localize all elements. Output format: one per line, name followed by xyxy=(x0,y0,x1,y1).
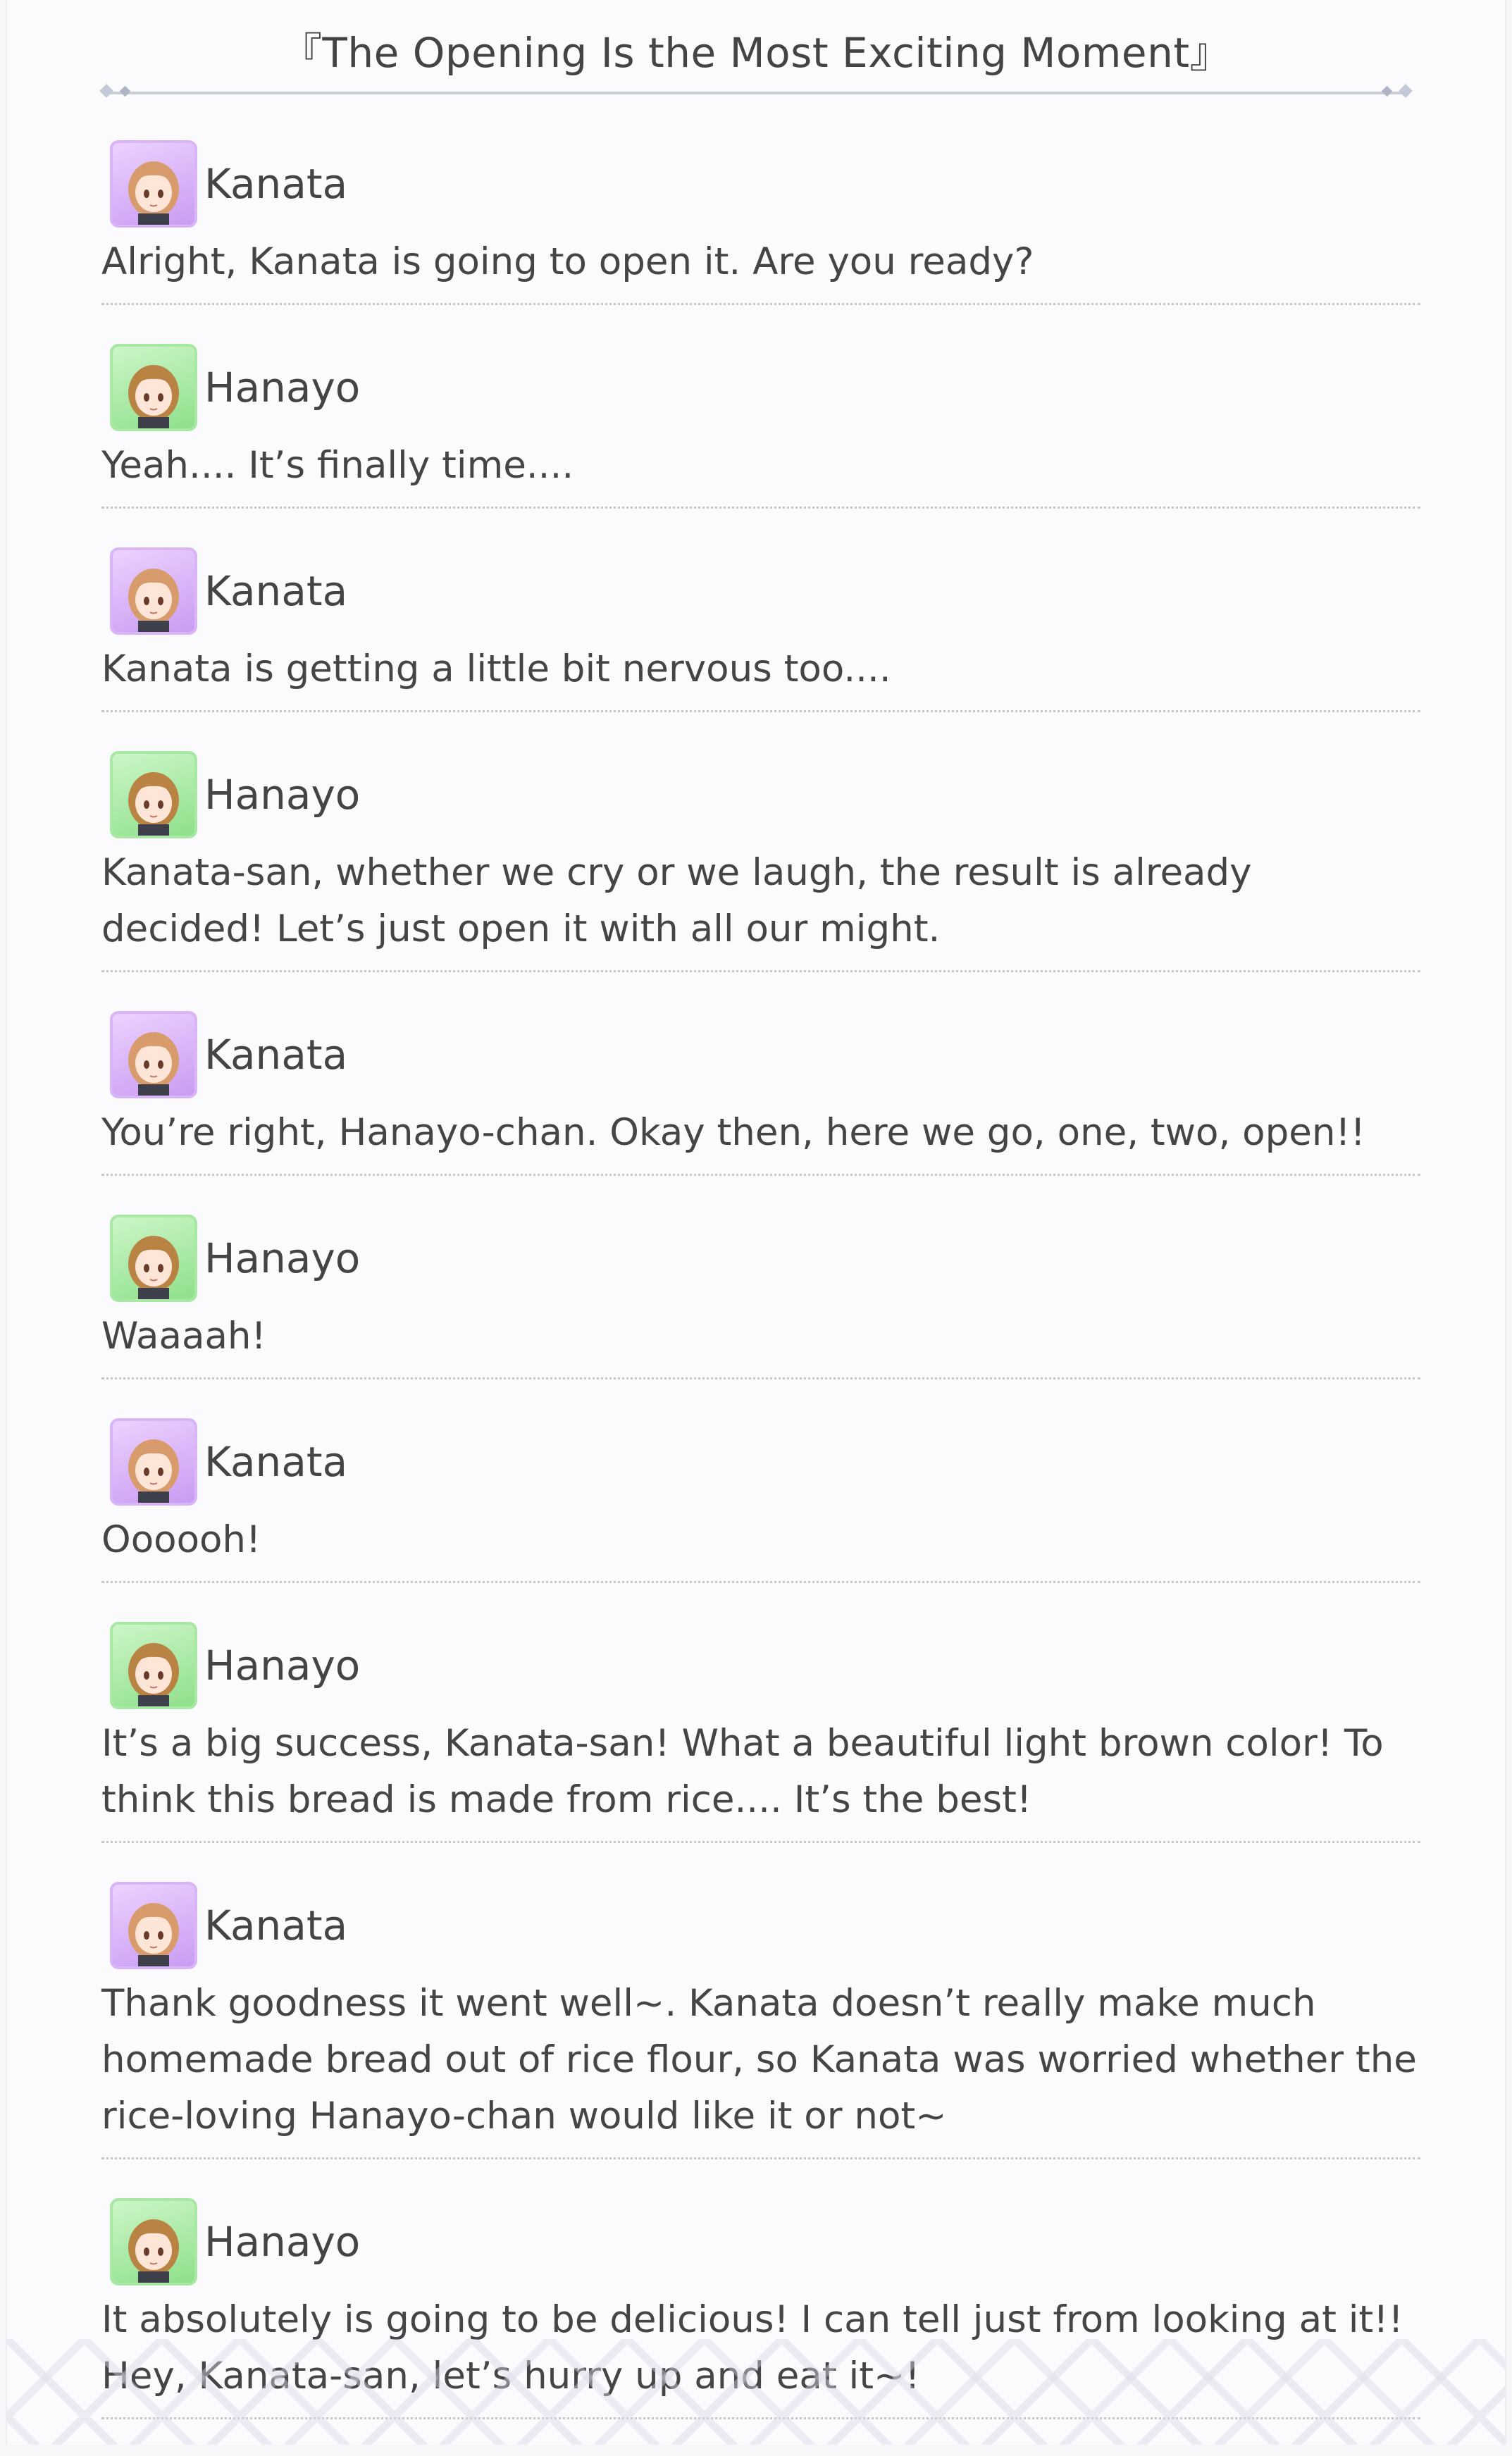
dialogue-text: Yeah.... It’s finally time.... xyxy=(101,444,574,487)
story-title: 『The Opening Is the Most Exciting Moment… xyxy=(280,29,1232,77)
story-panel: 『The Opening Is the Most Exciting Moment… xyxy=(6,0,1506,2445)
speaker-row: Kanata xyxy=(101,1880,1420,1971)
speaker-name: Kanata xyxy=(204,1902,348,1949)
speaker-name: Kanata xyxy=(204,1031,348,1079)
hanayo-avatar-icon xyxy=(110,751,197,838)
speaker-row: Kanata xyxy=(101,1009,1420,1100)
footer-diamond-pattern xyxy=(7,2339,1505,2445)
speaker-row: Hanayo xyxy=(101,1213,1420,1304)
speaker-row: Hanayo xyxy=(101,749,1420,841)
divider-ornament-icon xyxy=(1399,84,1413,98)
speaker-row: Hanayo xyxy=(101,1620,1420,1711)
hanayo-avatar-icon xyxy=(110,344,197,431)
speaker-row: Hanayo xyxy=(101,342,1420,433)
divider-ornament-icon xyxy=(1381,85,1393,97)
kanata-avatar-icon xyxy=(110,547,197,635)
dialogue-text: It’s a big success, Kanata-san! What a b… xyxy=(101,1722,1384,1821)
dialogue-entry-4: Kanata You’re right, Hanayo-chan. Okay t… xyxy=(101,1009,1420,1176)
speaker-row: Kanata xyxy=(101,138,1420,230)
dialogue-entry-7: Hanayo It’s a big success, Kanata-san! W… xyxy=(101,1620,1420,1843)
speaker-name: Hanayo xyxy=(204,771,361,819)
dialogue-text: You’re right, Hanayo-chan. Okay then, he… xyxy=(101,1111,1365,1154)
speaker-name: Kanata xyxy=(204,160,348,208)
kanata-avatar-icon xyxy=(110,1011,197,1098)
speaker-name: Kanata xyxy=(204,567,348,615)
speaker-name: Hanayo xyxy=(204,364,361,411)
dialogue-entry-6: Kanata Oooooh! xyxy=(101,1416,1420,1583)
kanata-avatar-icon xyxy=(110,140,197,228)
title-divider xyxy=(99,84,1413,98)
speaker-row: Kanata xyxy=(101,1416,1420,1508)
dialogue-text: Thank goodness it went well~. Kanata doe… xyxy=(101,1982,1417,2138)
speaker-name: Hanayo xyxy=(204,1234,361,1282)
dialogue-entry-3: Hanayo Kanata-san, whether we cry or we … xyxy=(101,749,1420,972)
speaker-row: Kanata xyxy=(101,545,1420,637)
dialogue-entry-0: Kanata Alright, Kanata is going to open … xyxy=(101,138,1420,305)
speaker-name: Hanayo xyxy=(204,2218,361,2266)
hanayo-avatar-icon xyxy=(110,2198,197,2286)
dialogue-list[interactable]: Kanata Alright, Kanata is going to open … xyxy=(101,138,1420,2456)
kanata-avatar-icon xyxy=(110,1418,197,1506)
hanayo-avatar-icon xyxy=(110,1215,197,1302)
speaker-name: Kanata xyxy=(204,1438,348,1486)
speaker-name: Hanayo xyxy=(204,1642,361,1689)
dialogue-entry-8: Kanata Thank goodness it went well~. Kan… xyxy=(101,1880,1420,2159)
dialogue-text: Oooooh! xyxy=(101,1518,261,1561)
dialogue-entry-1: Hanayo Yeah.... It’s finally time.... xyxy=(101,342,1420,509)
dialogue-text: Alright, Kanata is going to open it. Are… xyxy=(101,240,1034,283)
dialogue-entry-2: Kanata Kanata is getting a little bit ne… xyxy=(101,545,1420,712)
dialogue-text: Kanata-san, whether we cry or we laugh, … xyxy=(101,851,1252,950)
divider-ornament-icon xyxy=(99,84,113,98)
divider-ornament-icon xyxy=(119,85,131,97)
dialogue-text: Kanata is getting a little bit nervous t… xyxy=(101,647,891,690)
dialogue-text: Waaaah! xyxy=(101,1315,266,1358)
hanayo-avatar-icon xyxy=(110,1622,197,1709)
kanata-avatar-icon xyxy=(110,1882,197,1969)
dialogue-entry-5: Hanayo Waaaah! xyxy=(101,1213,1420,1379)
speaker-row: Hanayo xyxy=(101,2196,1420,2288)
